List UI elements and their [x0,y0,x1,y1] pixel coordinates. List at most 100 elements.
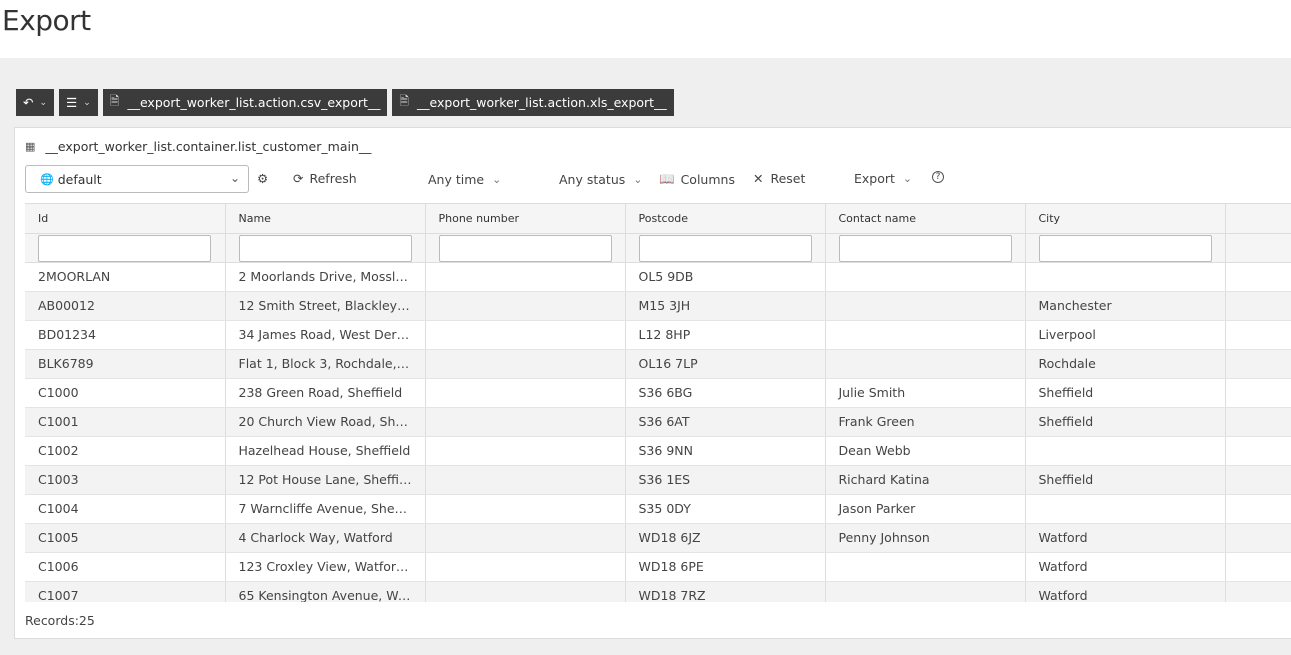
gear-icon: ⚙ [257,171,269,186]
column-filter-input[interactable] [1038,234,1212,261]
time-filter-dropdown[interactable]: Any time ⌄ [428,172,501,187]
document-icon: 🗎 [399,94,410,108]
column-filter-cell [425,233,626,263]
table-cell: C1005 [25,523,226,553]
column-header[interactable]: Contact name [825,204,1026,234]
data-grid: Id Name Phone number Postcode Contact name Ci… [25,203,1291,602]
table-row[interactable]: C1001 20 Church View Road, Sheffield S36 6… [25,407,1291,437]
status-filter-dropdown[interactable]: Any status ⌄ [559,172,642,187]
undo-icon: ↶ [23,95,34,110]
table-cell [825,349,1026,379]
list-toolbar: 🌐 default ⌄ ⚙ ⟳ Refresh Any time ⌄ Any s… [25,165,1291,194]
table-row[interactable]: C1000 238 Green Road, Sheffield S36 6BG Jul… [25,378,1291,408]
table-row[interactable]: C1004 7 Warncliffe Avenue, Sheffield S35 0… [25,494,1291,524]
column-filter-input[interactable] [438,234,612,261]
table-cell [1225,320,1291,350]
table-row[interactable]: 2MOORLAN2 Moorlands Drive, Mossley, Asht… [25,262,1291,292]
hamburger-icon: ☰ [66,95,78,110]
table-cell: 65 Kensington Avenue, Watford [225,581,426,602]
table-cell: Sheffield [1025,465,1226,495]
table-cell [1225,378,1291,408]
refresh-button[interactable]: ⟳ Refresh [293,171,357,186]
table-cell: Watford [1025,552,1226,582]
table-cell [1225,523,1291,553]
table-cell: C1004 [25,494,226,524]
table-row[interactable]: BD0123434 James Road, West Derby, Liverp… [25,320,1291,350]
table-cell: 238 Green Road, Sheffield [225,378,426,408]
table-cell: Liverpool [1025,320,1226,350]
table-cell: 20 Church View Road, Sheffield [225,407,426,437]
reset-button[interactable]: ✕ Reset [753,171,805,186]
records-count: Records:25 [25,613,95,628]
column-header[interactable] [1225,204,1291,234]
table-cell: L12 8HP [625,320,826,350]
globe-icon: 🌐 [40,172,54,186]
table-cell: C1007 [25,581,226,602]
table-cell: C1000 [25,378,226,408]
table-cell [425,262,626,292]
column-filter-cell [825,233,1026,263]
table-row[interactable]: C1003 12 Pot House Lane, Sheffield S36 1ES… [25,465,1291,495]
table-cell [425,320,626,350]
table-cell: Hazelhead House, Sheffield [225,436,426,466]
column-header[interactable]: Name [225,204,426,234]
table-cell [425,581,626,602]
menu-button[interactable]: ☰ ⌄ [59,89,98,116]
column-filter-input[interactable] [238,234,412,261]
table-body: 2MOORLAN2 Moorlands Drive, Mossley, Asht… [25,262,1291,602]
table-cell [825,320,1026,350]
table-row[interactable]: BLK6789Flat 1, Block 3, Rochdale, OL16 7… [25,349,1291,379]
column-header[interactable]: Postcode [625,204,826,234]
column-header[interactable]: City [1025,204,1226,234]
chevron-down-icon: ⌄ [902,172,913,185]
column-filter-input[interactable] [638,234,812,261]
table-cell: BD01234 [25,320,226,350]
table-cell: 7 Warncliffe Avenue, Sheffield [225,494,426,524]
table-cell [425,494,626,524]
xls-export-button[interactable]: 🗎 __export_worker_list.action.xls_export_… [392,89,674,116]
columns-button[interactable]: 📖 Columns [659,171,735,187]
table-row[interactable]: C1005 4 Charlock Way, Watford WD18 6JZ Penn… [25,523,1291,553]
settings-button[interactable]: ⚙ [257,171,268,186]
column-filter-input[interactable] [838,234,1012,261]
table-row[interactable]: C1006123 Croxley View, Watford WD18 6PE W… [25,552,1291,582]
table-row[interactable]: C1002 Hazelhead House, Sheffield S36 9NN De… [25,436,1291,466]
table-cell: 2MOORLAN [25,262,226,292]
table-cell [825,291,1026,321]
column-filter-input[interactable] [38,234,211,261]
table-cell: S36 9NN [625,436,826,466]
page-title: Export [2,4,91,37]
document-icon: 🗎 [109,94,120,108]
table-row[interactable]: C1007 65 Kensington Avenue, Watford WD18 7… [25,581,1291,602]
table-cell [425,436,626,466]
table-cell [425,465,626,495]
table-cell [825,552,1026,582]
table-cell [425,378,626,408]
column-header[interactable]: Phone number [425,204,626,234]
help-icon: ? [932,171,944,183]
back-button[interactable]: ↶ ⌄ [16,89,55,116]
table-cell [1225,494,1291,524]
table-cell: 4 Charlock Way, Watford [225,523,426,553]
view-select[interactable]: 🌐 default ⌄ [25,165,249,193]
export-dropdown[interactable]: Export ⌄ [854,171,912,186]
table-cell [1225,552,1291,582]
table-row[interactable]: AB0001212 Smith Street, Blackley, Manche… [25,291,1291,321]
page-header: Export [0,0,1291,58]
header-row: Id Name Phone number Postcode Contact name Ci… [25,204,1291,234]
table-cell [825,581,1026,602]
help-button[interactable]: ? [932,171,944,183]
table-cell [425,552,626,582]
table-cell [1225,291,1291,321]
table-cell [1225,581,1291,602]
table-cell: C1003 [25,465,226,495]
table-cell: WD18 6PE [625,552,826,582]
column-header[interactable]: Id [25,204,226,234]
table-cell [825,262,1026,292]
chevron-down-icon: ⌄ [39,97,48,108]
filter-row [25,233,1291,263]
table-cell [1025,262,1226,292]
chevron-down-icon: ⌄ [492,173,502,186]
table-cell: OL16 7LP [625,349,826,379]
csv-export-button[interactable]: 🗎 __export_worker_list.action.csv_export_… [102,89,388,116]
